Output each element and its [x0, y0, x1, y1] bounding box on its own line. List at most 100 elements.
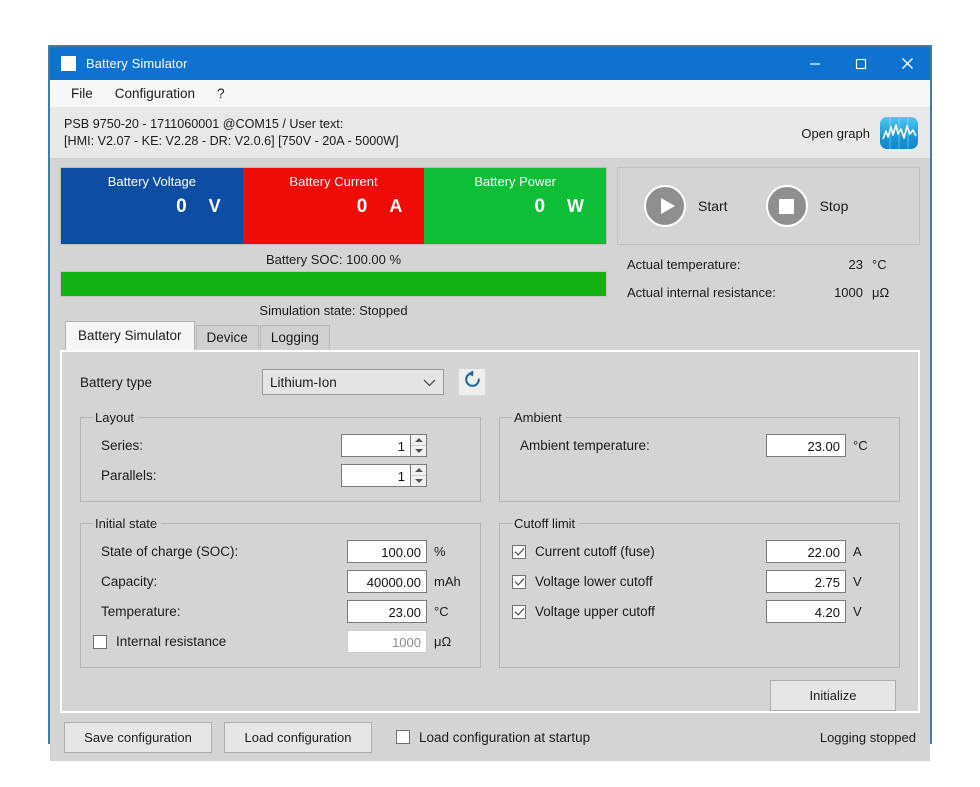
meter-title: Battery Power	[474, 174, 556, 189]
cutoff-limit-legend: Cutoff limit	[512, 516, 579, 531]
open-graph-button[interactable]: Open graph	[801, 117, 918, 149]
parallels-input[interactable]: 1	[341, 464, 411, 487]
readout-value: 1000	[803, 285, 863, 300]
meter-value: 0	[176, 196, 187, 218]
load-configuration-button[interactable]: Load configuration	[224, 722, 372, 753]
voltage-lower-cutoff-label: Voltage lower cutoff	[535, 574, 653, 589]
series-stepper[interactable]: 1	[341, 434, 427, 457]
application-window: Battery Simulator File Configuration ? P…	[48, 45, 932, 744]
settings-grid: Layout Series: 1	[80, 410, 900, 682]
voltage-upper-cutoff-row: Voltage upper cutoff 4.20 V	[512, 597, 887, 626]
voltage-lower-cutoff-unit: V	[846, 574, 887, 589]
meter-battery-power: Battery Power 0 W	[424, 168, 606, 244]
menu-item-help[interactable]: ?	[206, 83, 236, 104]
start-button[interactable]: Start	[644, 185, 728, 227]
current-cutoff-checkbox[interactable]: Current cutoff (fuse)	[512, 544, 766, 559]
parallels-stepper[interactable]: 1	[341, 464, 427, 487]
ambient-group-legend: Ambient	[512, 410, 566, 425]
minimize-icon[interactable]	[792, 47, 838, 80]
load-at-startup-label: Load configuration at startup	[419, 730, 590, 745]
readout-label: Actual internal resistance:	[627, 285, 803, 300]
ambient-group: Ambient Ambient temperature: 23.00 °C	[499, 410, 900, 502]
soc-input[interactable]: 100.00	[347, 540, 427, 563]
battery-type-label: Battery type	[80, 375, 262, 390]
voltage-upper-cutoff-unit: V	[846, 604, 887, 619]
parallels-row: Parallels: 1	[93, 461, 468, 490]
load-at-startup-checkbox[interactable]: Load configuration at startup	[396, 730, 590, 745]
initialize-button[interactable]: Initialize	[770, 680, 896, 711]
close-icon[interactable]	[884, 47, 930, 80]
spin-down-icon[interactable]	[411, 446, 426, 456]
ambient-temperature-label: Ambient temperature:	[512, 438, 766, 453]
parallels-spin-buttons[interactable]	[411, 464, 427, 487]
menu-item-file[interactable]: File	[60, 83, 104, 104]
stop-label: Stop	[820, 198, 849, 214]
chevron-down-icon	[423, 375, 436, 390]
capacity-input[interactable]: 40000.00	[347, 570, 427, 593]
series-input[interactable]: 1	[341, 434, 411, 457]
refresh-icon	[463, 370, 482, 394]
series-label: Series:	[93, 438, 341, 453]
soc-label: State of charge (SOC):	[93, 544, 347, 559]
spin-down-icon[interactable]	[411, 476, 426, 486]
meter-unit: V	[209, 196, 221, 217]
meter-title: Battery Current	[289, 174, 377, 189]
meters-and-controls: Battery Voltage 0 V Battery Current 0 A …	[60, 167, 920, 245]
ambient-temperature-input[interactable]: 23.00	[766, 434, 846, 457]
current-cutoff-label: Current cutoff (fuse)	[535, 544, 655, 559]
menu-bar: File Configuration ?	[50, 80, 930, 108]
internal-resistance-row: Internal resistance 1000 μΩ	[93, 627, 468, 656]
capacity-label: Capacity:	[93, 574, 347, 589]
initial-state-legend: Initial state	[93, 516, 161, 531]
series-spin-buttons[interactable]	[411, 434, 427, 457]
voltage-upper-cutoff-checkbox[interactable]: Voltage upper cutoff	[512, 604, 766, 619]
checkbox-checked-icon	[512, 605, 526, 619]
soc-unit: %	[427, 544, 468, 559]
footer-bar: Save configuration Load configuration Lo…	[50, 713, 930, 761]
tab-logging[interactable]: Logging	[260, 325, 330, 350]
battery-type-select[interactable]: Lithium-Ion	[262, 369, 444, 395]
voltage-upper-cutoff-input[interactable]: 4.20	[766, 600, 846, 623]
soc-and-readouts: Battery SOC: 100.00 % Simulation state: …	[60, 247, 920, 318]
current-cutoff-input[interactable]: 22.00	[766, 540, 846, 563]
internal-resistance-checkbox[interactable]: Internal resistance	[93, 634, 347, 649]
maximize-icon[interactable]	[838, 47, 884, 80]
meter-title: Battery Voltage	[108, 174, 196, 189]
refresh-button[interactable]	[458, 368, 486, 396]
voltage-lower-cutoff-input[interactable]: 2.75	[766, 570, 846, 593]
device-info-line1: PSB 9750-20 - 1711060001 @COM15 / User t…	[64, 116, 801, 133]
menu-item-configuration[interactable]: Configuration	[104, 83, 206, 104]
tab-panel-battery-simulator: Battery type Lithium-Ion	[60, 350, 920, 713]
save-configuration-button[interactable]: Save configuration	[64, 722, 212, 753]
soc-caption: Battery SOC: 100.00 %	[60, 247, 607, 271]
readout-unit: °C	[863, 257, 906, 272]
spin-up-icon[interactable]	[411, 465, 426, 476]
temperature-input[interactable]: 23.00	[347, 600, 427, 623]
current-cutoff-unit: A	[846, 544, 887, 559]
simulation-state: Simulation state: Stopped	[60, 297, 607, 318]
tab-battery-simulator[interactable]: Battery Simulator	[65, 321, 195, 350]
device-info-line2: [HMI: V2.07 - KE: V2.28 - DR: V2.0.6] [7…	[64, 133, 801, 150]
initial-state-group: Initial state State of charge (SOC): 100…	[80, 516, 481, 668]
voltage-lower-cutoff-row: Voltage lower cutoff 2.75 V	[512, 567, 887, 596]
internal-resistance-input[interactable]: 1000	[347, 630, 427, 653]
stop-icon	[766, 185, 808, 227]
voltage-lower-cutoff-checkbox[interactable]: Voltage lower cutoff	[512, 574, 766, 589]
main-content: Battery Voltage 0 V Battery Current 0 A …	[50, 159, 930, 713]
window-controls	[792, 47, 930, 80]
meter-battery-current: Battery Current 0 A	[243, 168, 425, 244]
current-cutoff-row: Current cutoff (fuse) 22.00 A	[512, 537, 887, 566]
meter-battery-voltage: Battery Voltage 0 V	[61, 168, 243, 244]
tab-device[interactable]: Device	[196, 325, 259, 350]
checkbox-checked-icon	[512, 545, 526, 559]
readout-value: 23	[803, 257, 863, 272]
graph-icon	[880, 117, 918, 149]
device-info-strip: PSB 9750-20 - 1711060001 @COM15 / User t…	[50, 108, 930, 159]
window-title: Battery Simulator	[86, 56, 792, 71]
stop-button[interactable]: Stop	[766, 185, 849, 227]
checkbox-icon	[396, 730, 410, 744]
open-graph-label: Open graph	[801, 126, 870, 141]
battery-type-value: Lithium-Ion	[270, 375, 423, 390]
meter-unit: A	[389, 196, 402, 217]
spin-up-icon[interactable]	[411, 435, 426, 446]
